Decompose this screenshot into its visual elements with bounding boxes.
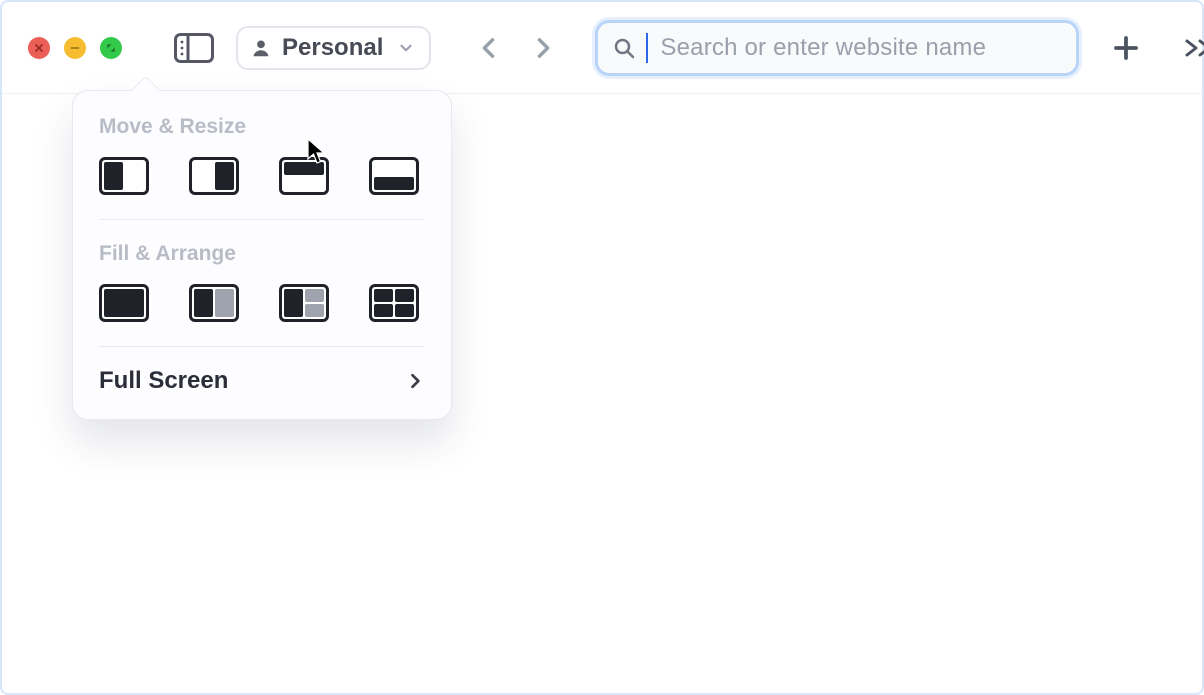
back-button[interactable] bbox=[467, 26, 511, 70]
person-icon bbox=[250, 37, 272, 59]
window-close-button[interactable] bbox=[28, 37, 50, 59]
move-right-half-button[interactable] bbox=[189, 157, 239, 195]
search-icon bbox=[612, 36, 636, 60]
chevron-right-icon bbox=[405, 371, 425, 391]
browser-toolbar: Personal Search or enter website name bbox=[2, 2, 1202, 94]
section-title-move-resize: Move & Resize bbox=[99, 115, 425, 139]
full-screen-menu-item[interactable]: Full Screen bbox=[75, 347, 449, 419]
address-search-field[interactable]: Search or enter website name bbox=[595, 20, 1079, 76]
move-top-half-button[interactable] bbox=[279, 157, 329, 195]
search-placeholder: Search or enter website name bbox=[660, 34, 986, 62]
arrange-three-panes-button[interactable] bbox=[279, 284, 329, 322]
profile-dropdown-button[interactable]: Personal bbox=[236, 26, 431, 70]
move-left-half-button[interactable] bbox=[99, 157, 149, 195]
text-cursor bbox=[646, 33, 648, 63]
window-zoom-button[interactable] bbox=[100, 37, 122, 59]
window-minimize-button[interactable] bbox=[64, 37, 86, 59]
new-tab-button[interactable] bbox=[1111, 26, 1141, 70]
profile-label: Personal bbox=[282, 34, 383, 62]
full-screen-label: Full Screen bbox=[99, 367, 228, 395]
fill-screen-button[interactable] bbox=[99, 284, 149, 322]
toggle-sidebar-button[interactable] bbox=[174, 28, 214, 68]
arrange-two-columns-button[interactable] bbox=[189, 284, 239, 322]
forward-button[interactable] bbox=[521, 26, 565, 70]
section-title-fill-arrange: Fill & Arrange bbox=[99, 242, 425, 266]
move-bottom-half-button[interactable] bbox=[369, 157, 419, 195]
window-layout-popover: Move & Resize Fill & Arrange Full Screen bbox=[72, 90, 452, 420]
window-traffic-lights bbox=[28, 37, 122, 59]
tab-overview-button[interactable] bbox=[1183, 26, 1204, 70]
arrange-four-quadrants-button[interactable] bbox=[369, 284, 419, 322]
chevron-down-icon bbox=[397, 39, 415, 57]
